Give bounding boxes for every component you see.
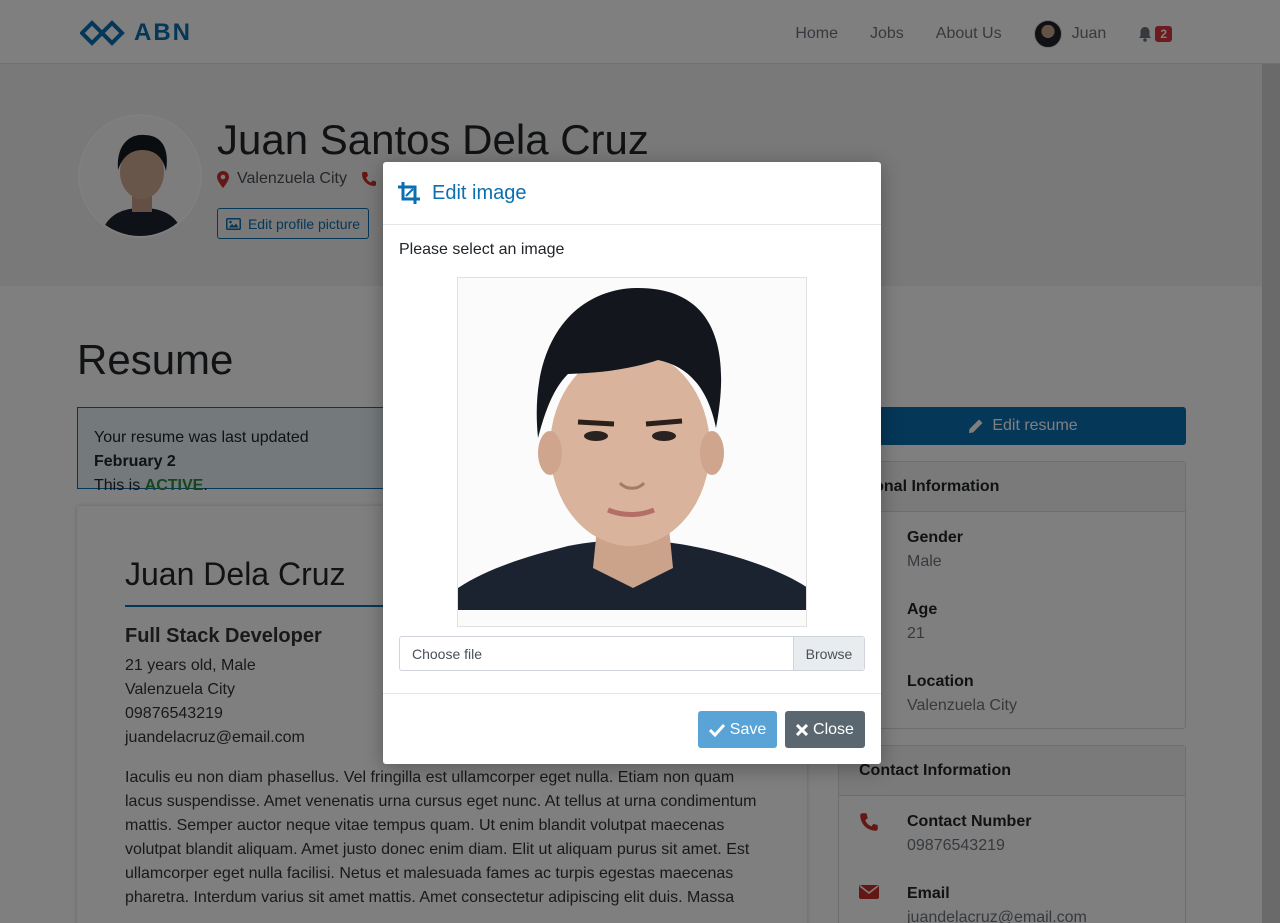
save-button-label: Save	[729, 720, 767, 738]
edit-image-modal: Edit image Please select an image Choose…	[383, 162, 881, 764]
save-button[interactable]: Save	[698, 711, 777, 748]
browse-button[interactable]: Browse	[793, 637, 864, 670]
file-input-placeholder[interactable]: Choose file	[400, 637, 793, 670]
crop-icon	[398, 182, 420, 204]
modal-body: Please select an image Choose file Brows…	[383, 225, 881, 671]
close-button-label: Close	[813, 720, 854, 738]
modal-header: Edit image	[383, 162, 881, 225]
portrait-illustration	[458, 278, 806, 626]
image-preview[interactable]	[457, 277, 807, 627]
file-input[interactable]: Choose file Browse	[399, 636, 865, 671]
close-button[interactable]: Close	[785, 711, 865, 748]
modal-title: Edit image	[432, 181, 527, 204]
modal-footer: Save Close	[383, 693, 881, 764]
close-icon	[796, 723, 809, 736]
modal-message: Please select an image	[399, 241, 565, 258]
check-icon	[708, 723, 725, 737]
